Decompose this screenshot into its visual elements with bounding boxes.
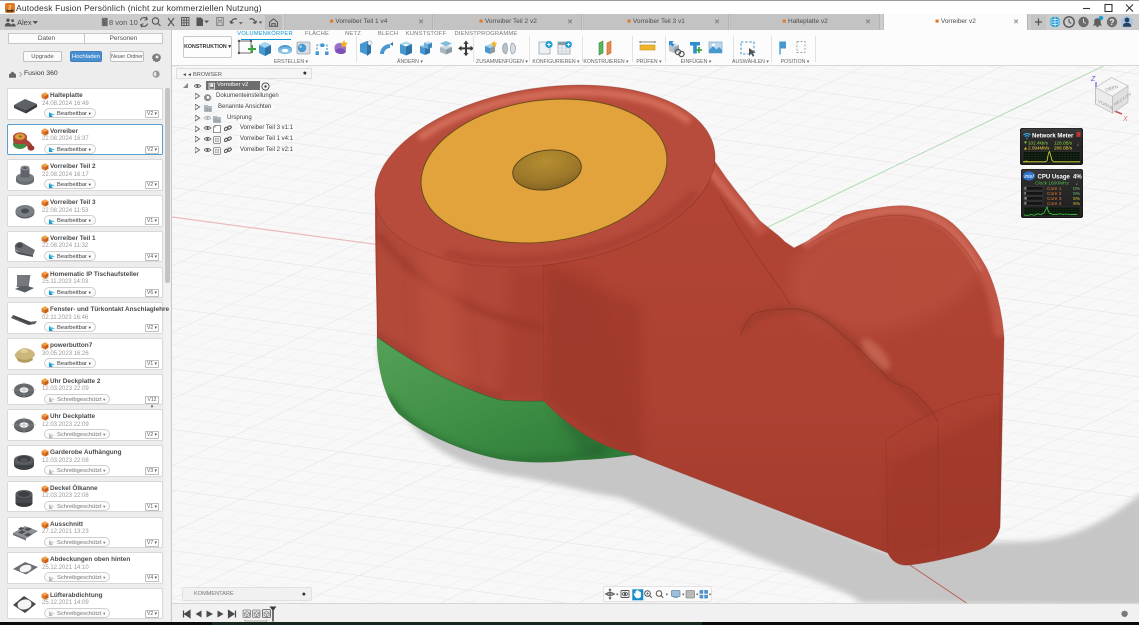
svg-text:Alex: Alex xyxy=(17,18,32,27)
svg-text:CPU Usage: CPU Usage xyxy=(1038,175,1071,181)
svg-text:2.094Mb/s: 2.094Mb/s xyxy=(1028,146,1050,151)
svg-text:Network Meter: Network Meter xyxy=(1032,134,1074,140)
svg-text:X: X xyxy=(1122,116,1128,123)
svg-text:intel: intel xyxy=(1024,174,1034,180)
svg-text:?: ? xyxy=(1110,18,1115,27)
svg-text:5%: 5% xyxy=(1073,201,1081,207)
svg-text:4%: 4% xyxy=(1073,175,1082,181)
svg-text:288.0B/s: 288.0B/s xyxy=(1054,146,1073,151)
svg-text:Core 4: Core 4 xyxy=(1047,201,1062,207)
svg-text:8 von 10: 8 von 10 xyxy=(109,18,138,27)
svg-text:Clock 1600MHz: Clock 1600MHz xyxy=(1035,181,1069,187)
svg-text:Z: Z xyxy=(1090,76,1096,83)
